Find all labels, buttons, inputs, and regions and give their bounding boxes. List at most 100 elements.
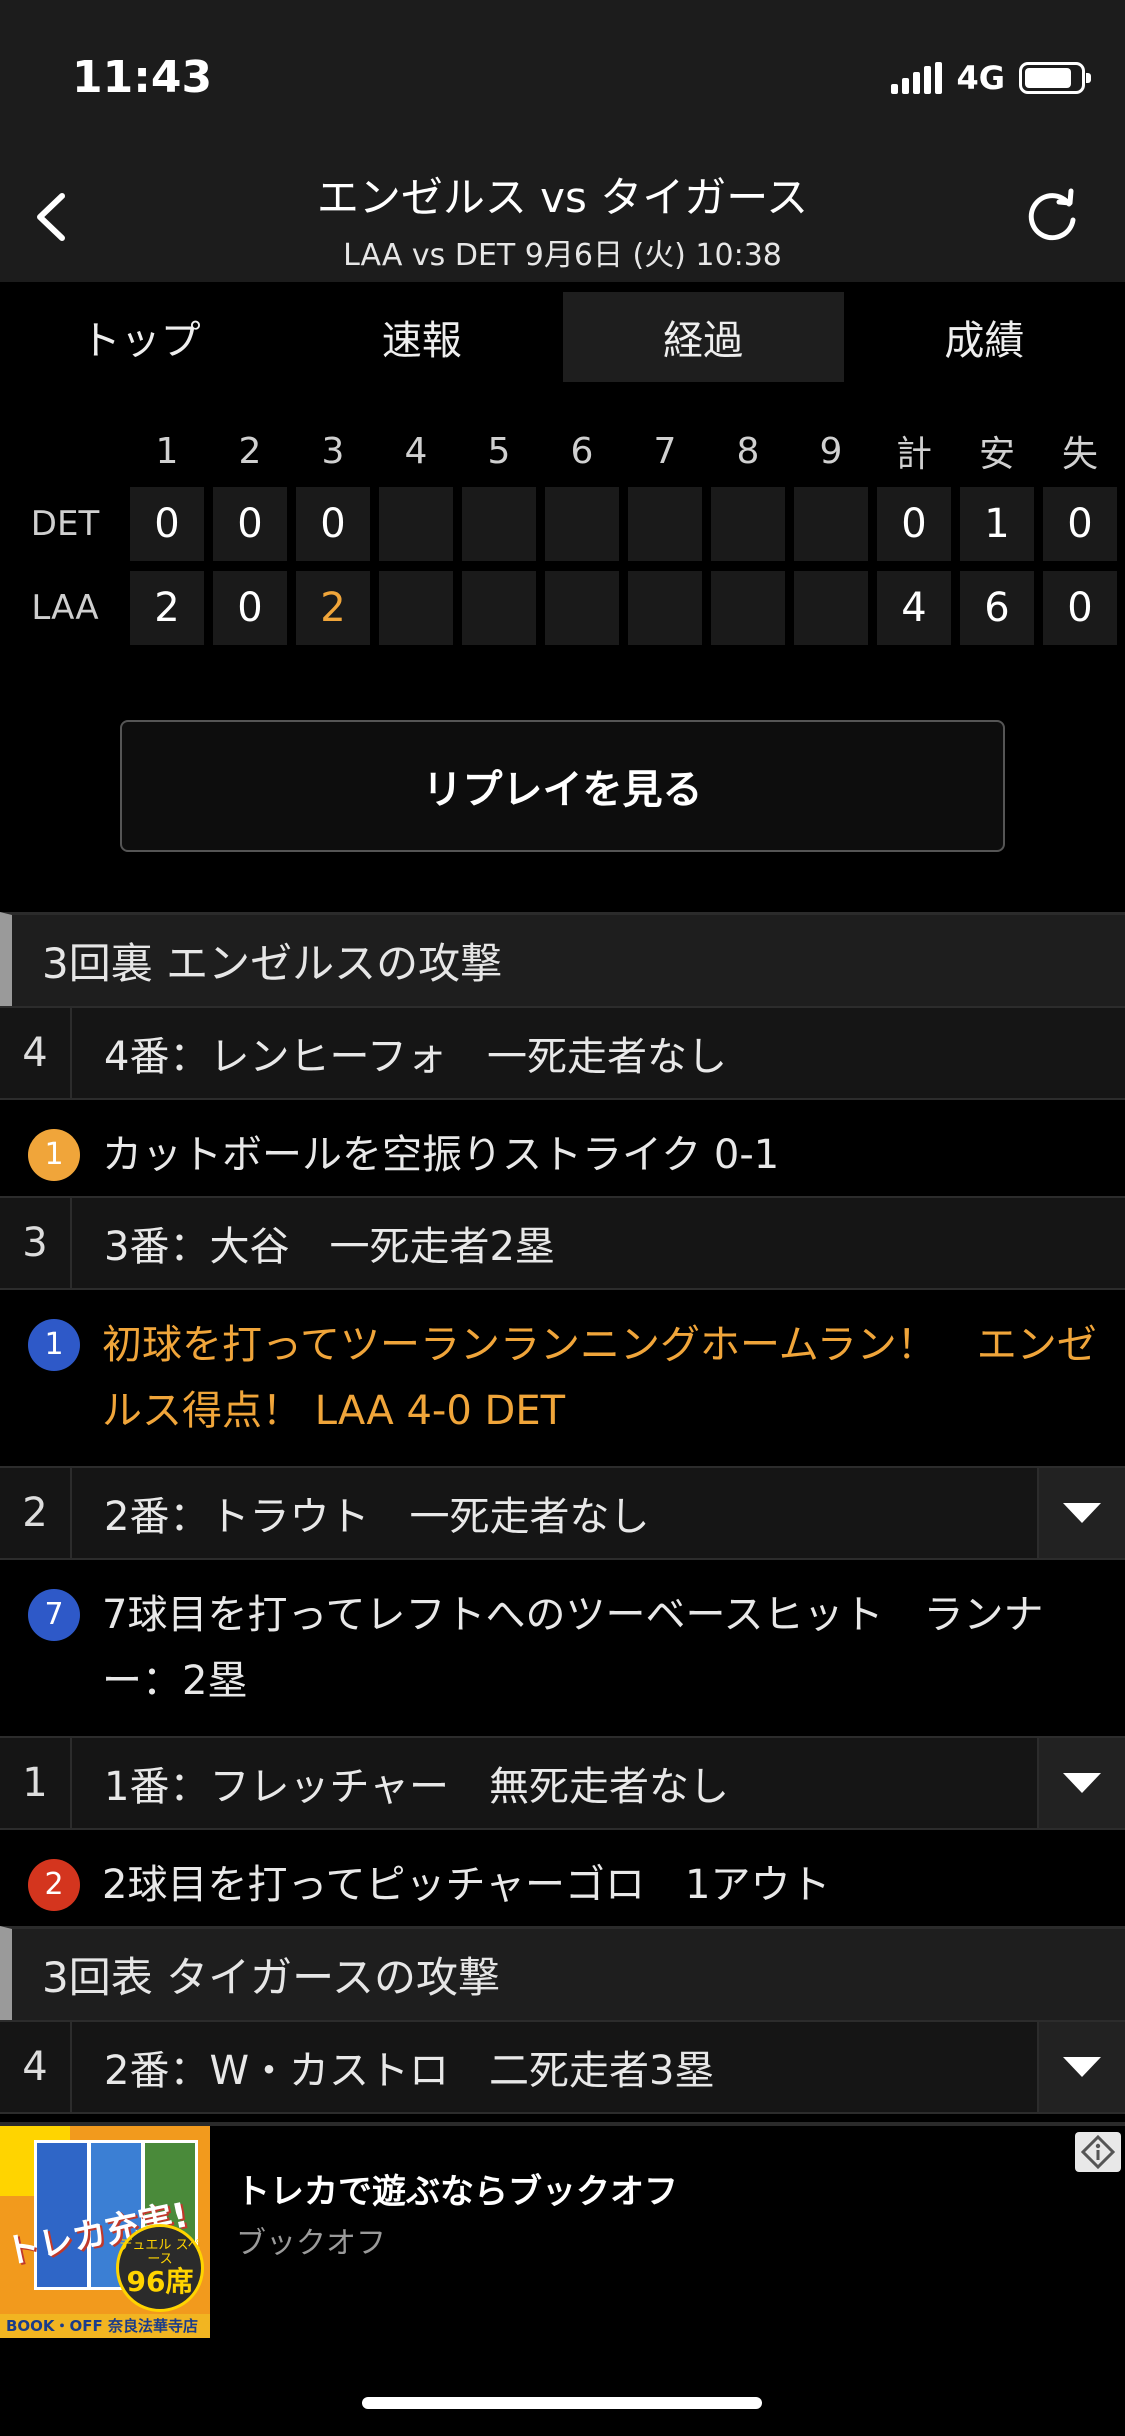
inning-header: 3回裏 エンゼルスの攻撃 xyxy=(0,912,1125,1006)
home-indicator[interactable] xyxy=(362,2397,762,2409)
expand-button[interactable] xyxy=(1037,2022,1125,2112)
expand-button[interactable] xyxy=(1037,1468,1125,1558)
network-type: 4G xyxy=(956,59,1005,97)
tab-progress[interactable]: 経過 xyxy=(562,292,844,382)
batter-row: 3 3番：大谷 一死走者2塁 xyxy=(0,1196,1125,1290)
triangle-down-icon xyxy=(1063,2057,1101,2077)
score-cell: 0 xyxy=(130,487,204,561)
ad-title[interactable]: トレカで遊ぶならブックオフ xyxy=(236,2164,678,2213)
batter-label: 2番：W・カストロ 二死走者3塁 xyxy=(104,2048,715,2094)
tab-live[interactable]: 速報 xyxy=(281,292,562,382)
col-hits: 安 xyxy=(978,434,1015,475)
score-cell xyxy=(379,571,453,645)
pitch-count-badge: 2 xyxy=(28,1859,80,1911)
ad-image[interactable]: トレカ充実! デュエル スペース 96席 BOOK・OFF 奈良法華寺店 xyxy=(0,2126,210,2338)
pitch-text: 7球目を打ってレフトへのツーベースヒット ランナー：2塁 xyxy=(102,1592,1044,1704)
status-bar: 11:43 4G xyxy=(0,0,1125,150)
signal-icon xyxy=(891,62,943,94)
score-cell xyxy=(628,487,702,561)
ad-seal: デュエル スペース 96席 xyxy=(116,2224,204,2312)
ad-advertiser[interactable]: ブックオフ xyxy=(236,2218,386,2262)
col-inning-5: 5 xyxy=(487,430,511,472)
score-cell: 0 xyxy=(213,487,287,561)
batter-order-number: 2 xyxy=(0,1468,72,1558)
pitch-text: 初球を打ってツーランランニングホームラン！ エンゼルス得点！ LAA 4-0 D… xyxy=(102,1322,1097,1434)
pitch-row: 7 7球目を打ってレフトへのツーベースヒット ランナー：2塁 xyxy=(0,1560,1125,1736)
ad-info-button[interactable] xyxy=(1075,2132,1121,2172)
pitch-count-badge: 7 xyxy=(28,1589,80,1641)
replay-button[interactable]: リプレイを見る xyxy=(120,720,1005,852)
scoreboard-row-det: DET 0 0 0 0 1 0 xyxy=(0,482,1125,566)
status-indicators: 4G xyxy=(891,58,1091,98)
score-cell xyxy=(794,571,868,645)
col-inning-4: 4 xyxy=(404,430,428,472)
tab-bar: トップ 速報 経過 成績 xyxy=(0,282,1125,392)
score-total-errors: 0 xyxy=(1043,571,1117,645)
game-info: LAA vs DET 9月6日 (火) 10:38 xyxy=(343,238,782,273)
score-cell xyxy=(545,487,619,561)
battery-icon xyxy=(1019,62,1091,94)
score-cell xyxy=(628,571,702,645)
score-total-hits: 1 xyxy=(960,487,1034,561)
status-time: 11:43 xyxy=(72,52,213,103)
batter-order-number: 4 xyxy=(0,2022,72,2112)
page-title: エンゼルス vs タイガース xyxy=(316,173,809,222)
batter-order-number: 1 xyxy=(0,1738,72,1828)
batter-order-number: 3 xyxy=(0,1198,72,1288)
score-cell xyxy=(794,487,868,561)
pitch-text: カットボールを空振りストライク 0-1 xyxy=(102,1132,780,1178)
batter-label: 3番：大谷 一死走者2塁 xyxy=(104,1224,555,1270)
score-total-errors: 0 xyxy=(1043,487,1117,561)
info-icon xyxy=(1081,2135,1115,2169)
batter-row: 1 1番：フレッチャー 無死走者なし xyxy=(0,1736,1125,1830)
ad-banner[interactable]: トレカ充実! デュエル スペース 96席 BOOK・OFF 奈良法華寺店 トレカ… xyxy=(0,2122,1125,2338)
score-cell xyxy=(711,571,785,645)
score-cell: 2 xyxy=(130,571,204,645)
pitch-count-badge: 1 xyxy=(28,1319,80,1371)
pitch-row-highlight: 1 初球を打ってツーランランニングホームラン！ エンゼルス得点！ LAA 4-0… xyxy=(0,1290,1125,1466)
scoreboard-header: 1 2 3 4 5 6 7 8 9 計 安 失 xyxy=(0,420,1125,482)
nav-header: エンゼルス vs タイガース LAA vs DET 9月6日 (火) 10:38 xyxy=(0,150,1125,282)
score-cell xyxy=(711,487,785,561)
batter-row: 4 2番：W・カストロ 二死走者3塁 xyxy=(0,2020,1125,2114)
batter-label: 4番：レンヒーフォ 一死走者なし xyxy=(104,1034,728,1080)
triangle-down-icon xyxy=(1063,1773,1101,1793)
team-abbr: DET xyxy=(30,504,100,544)
refresh-icon xyxy=(1028,188,1076,241)
inning-header: 3回表 タイガースの攻撃 xyxy=(0,1926,1125,2020)
score-cell xyxy=(379,487,453,561)
score-cell xyxy=(462,487,536,561)
batter-label: 2番：トラウト 一死走者なし xyxy=(104,1494,650,1540)
batter-order-number: 4 xyxy=(0,1008,72,1098)
scoreboard: 1 2 3 4 5 6 7 8 9 計 安 失 DET 0 0 0 0 1 0 … xyxy=(0,420,1125,650)
expand-button[interactable] xyxy=(1037,1738,1125,1828)
batter-row: 4 4番：レンヒーフォ 一死走者なし xyxy=(0,1006,1125,1100)
scoreboard-row-laa: LAA 2 0 2 4 6 0 xyxy=(0,566,1125,650)
col-inning-9: 9 xyxy=(819,430,843,472)
col-runs: 計 xyxy=(895,434,932,475)
col-inning-7: 7 xyxy=(653,430,677,472)
ad-image-footer: BOOK・OFF 奈良法華寺店 xyxy=(0,2314,210,2338)
pitch-count-badge: 1 xyxy=(28,1129,80,1181)
score-total-runs: 0 xyxy=(877,487,951,561)
col-errors: 失 xyxy=(1061,434,1098,475)
score-cell-current: 2 xyxy=(296,571,370,645)
col-inning-8: 8 xyxy=(736,430,760,472)
score-total-hits: 6 xyxy=(960,571,1034,645)
batter-row: 2 2番：トラウト 一死走者なし xyxy=(0,1466,1125,1560)
reload-button[interactable] xyxy=(1017,182,1087,252)
col-inning-6: 6 xyxy=(570,430,594,472)
col-inning-2: 2 xyxy=(238,430,262,472)
team-abbr: LAA xyxy=(31,588,99,628)
col-inning-3: 3 xyxy=(321,430,345,472)
score-cell xyxy=(462,571,536,645)
col-inning-1: 1 xyxy=(155,430,179,472)
play-by-play-list: 3回裏 エンゼルスの攻撃 4 4番：レンヒーフォ 一死走者なし 1 カットボール… xyxy=(0,912,1125,2114)
batter-label: 1番：フレッチャー 無死走者なし xyxy=(104,1764,730,1810)
score-total-runs: 4 xyxy=(877,571,951,645)
tab-top[interactable]: トップ xyxy=(0,292,281,382)
tab-stats[interactable]: 成績 xyxy=(844,292,1125,382)
score-cell xyxy=(545,571,619,645)
triangle-down-icon xyxy=(1063,1503,1101,1523)
pitch-row: 2 2球目を打ってピッチャーゴロ 1アウト xyxy=(0,1830,1125,1926)
